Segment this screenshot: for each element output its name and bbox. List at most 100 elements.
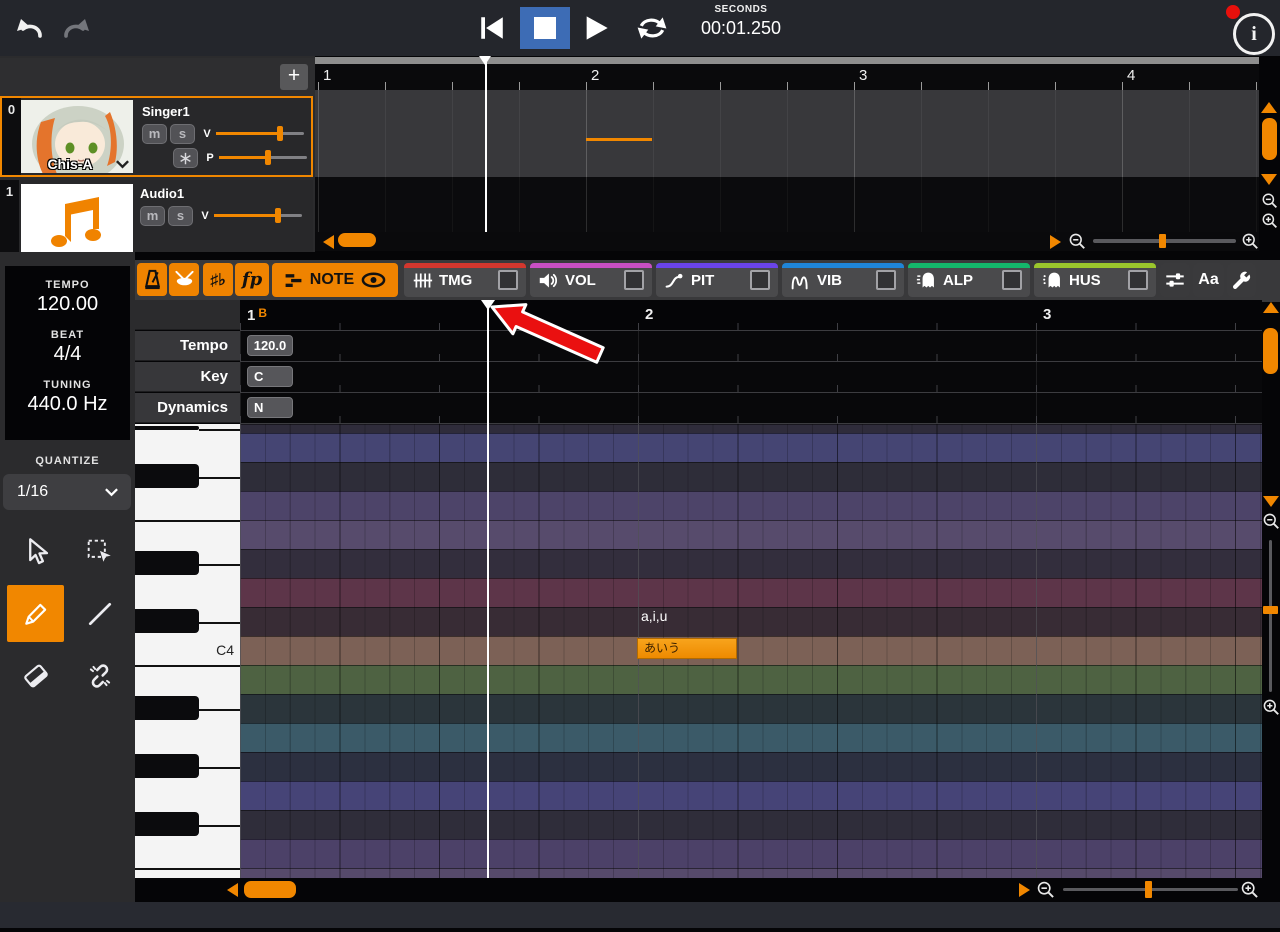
metronome-button[interactable] [137,263,167,296]
mute-button[interactable]: m [142,123,167,144]
hzoom-slider[interactable] [1093,234,1236,248]
tempo-row[interactable]: 120.0 [240,331,1262,362]
eraser-tool-button[interactable] [7,647,64,704]
tab-note[interactable]: NOTE [272,263,398,297]
note-aiu[interactable]: あいう [637,638,737,659]
vzoom-slider-thumb[interactable] [1263,606,1278,614]
tab-visibility-checkbox[interactable] [750,270,770,290]
scroll-left-arrow[interactable] [227,883,238,897]
redo-button[interactable] [60,13,94,43]
visibility-eye-icon[interactable] [361,272,386,288]
unlink-tool-button[interactable] [71,647,128,704]
timeline-scroll-up-arrow[interactable] [1261,102,1277,113]
pencil-tool-button[interactable] [7,585,64,642]
tab-alp[interactable]: ALP [908,263,1030,297]
scroll-down-arrow[interactable] [1263,496,1279,507]
track-row-audio1[interactable]: 1 Audio1 m s V [0,180,313,252]
tab-visibility-checkbox[interactable] [624,270,644,290]
vzoom-slider[interactable] [1263,540,1278,692]
hzoom-slider-thumb[interactable] [1145,881,1152,898]
hscroll-thumb[interactable] [338,233,376,247]
drum-beat-button[interactable] [169,263,199,296]
tab-visibility-checkbox[interactable] [498,270,518,290]
scroll-right-arrow[interactable] [1050,235,1061,249]
line-tool-button[interactable] [71,585,128,642]
scroll-left-arrow[interactable] [323,235,334,249]
editor-ruler[interactable]: 1B 2 3 [240,300,1262,331]
pointer-tool-button[interactable] [7,523,64,580]
add-track-button[interactable]: + [280,64,308,90]
loop-marker-bar[interactable] [315,57,1259,64]
pitch-snap-button[interactable] [173,147,198,168]
editor-playhead-handle[interactable] [481,300,495,310]
black-key-Fs4[interactable] [135,464,199,488]
adjust-settings-button[interactable] [1160,263,1190,297]
hzoom-slider-thumb[interactable] [1159,234,1166,248]
volume-slider[interactable] [216,126,304,141]
undo-button[interactable] [12,13,46,43]
audio-thumbnail[interactable] [21,184,133,252]
note-clip-preview[interactable] [586,138,652,141]
settings-wrench-button[interactable] [1227,263,1256,297]
tab-visibility-checkbox[interactable] [876,270,896,290]
timeline-track-lane-audio1[interactable] [315,177,1259,232]
timeline-ruler[interactable]: 1 2 3 4 [315,64,1259,90]
hzoom-in-button[interactable] [1241,232,1260,251]
quantize-dropdown[interactable]: 1/16 [3,474,131,510]
volume-thumb[interactable] [274,208,281,223]
tab-pit[interactable]: PIT [656,263,778,297]
solo-button[interactable]: s [170,123,195,144]
dynamics-chip[interactable]: N [247,397,293,418]
black-key-Cs4[interactable] [135,609,199,633]
tab-visibility-checkbox[interactable] [1002,270,1022,290]
loop-button[interactable] [634,13,670,43]
pitch-slider[interactable] [219,150,307,165]
song-settings-box[interactable]: TEMPO 120.00 BEAT 4/4 TUNING 440.0 Hz [5,266,130,440]
volume-slider[interactable] [214,208,302,223]
vscroll-thumb[interactable] [1263,328,1278,374]
scroll-up-arrow[interactable] [1263,302,1279,313]
tab-vib[interactable]: VIB [782,263,904,297]
marquee-select-tool-button[interactable] [71,523,128,580]
vzoom-out-button[interactable] [1262,512,1280,531]
mute-button[interactable]: m [140,205,165,226]
hzoom-out-button[interactable] [1036,880,1056,900]
tab-visibility-checkbox[interactable] [1128,270,1148,290]
key-row[interactable]: C [240,362,1262,393]
note-grid[interactable]: a,i,u あいう [240,424,1262,878]
key-signature-button[interactable]: ♯♭ [203,263,233,296]
dynamics-row[interactable]: N [240,393,1262,424]
track-row-singer1[interactable]: 0 Chis-A Singer1 m s V P [0,96,313,177]
timeline-vzoom-out-button[interactable] [1261,192,1279,210]
hzoom-in-button[interactable] [1240,880,1260,900]
tempo-chip[interactable]: 120.0 [247,335,293,356]
stop-button[interactable] [520,7,570,49]
solo-button[interactable]: s [168,205,193,226]
timeline-track-lane-singer1[interactable] [315,90,1259,177]
volume-thumb[interactable] [276,126,283,141]
timeline-scroll-down-arrow[interactable] [1261,174,1277,185]
font-lyrics-button[interactable]: Aa [1193,263,1224,297]
info-button[interactable]: i [1233,13,1275,55]
play-button[interactable] [578,15,614,41]
piano-keyboard[interactable]: C4 [135,424,240,878]
time-display[interactable]: SECONDS 00:01.250 [676,4,806,39]
tab-hus[interactable]: HUS [1034,263,1156,297]
hzoom-slider[interactable] [1063,881,1238,898]
singer-avatar[interactable]: Chis-A [21,100,133,173]
hscroll-thumb[interactable] [244,881,296,898]
black-key-Gs4[interactable] [135,426,199,430]
dynamics-button[interactable]: fp [235,263,269,296]
voice-select-chevron-icon[interactable] [115,159,130,169]
hzoom-out-button[interactable] [1068,232,1087,251]
black-key-Ds4[interactable] [135,551,199,575]
tab-tmg[interactable]: TMG [404,263,526,297]
rewind-to-start-button[interactable] [474,16,510,40]
timeline-vzoom-in-button[interactable] [1261,212,1279,230]
tab-vol[interactable]: VOL [530,263,652,297]
black-key-As3[interactable] [135,696,199,720]
pitch-thumb[interactable] [264,150,271,165]
key-chip[interactable]: C [247,366,293,387]
black-key-Gs3[interactable] [135,754,199,778]
vzoom-in-button[interactable] [1262,698,1280,717]
